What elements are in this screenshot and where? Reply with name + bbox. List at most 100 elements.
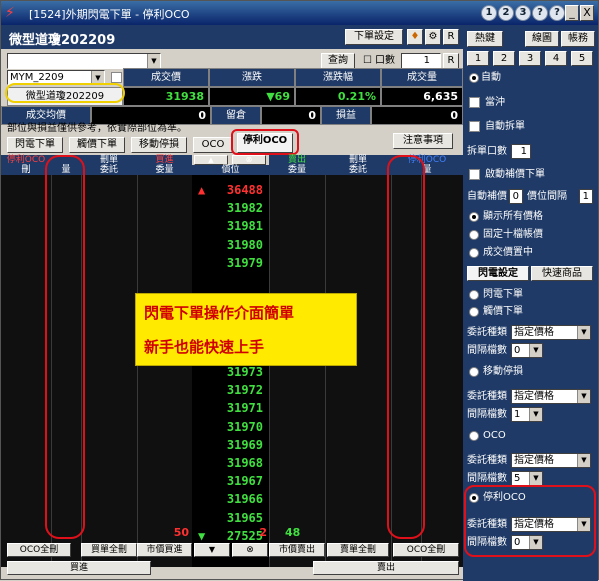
preset-5-button[interactable]: 5 [571,51,593,66]
opt-flash-label: 閃電下單 [483,289,523,300]
lock-icon[interactable]: ♦ [407,29,423,45]
help-button[interactable]: ? [532,5,548,21]
gap-select-1[interactable]: 0 ▼ [511,343,543,358]
price-level[interactable]: 31980 [192,236,269,254]
preset-4-button[interactable]: 4 [545,51,567,66]
price-level[interactable]: 31982 [192,199,269,217]
price-level[interactable]: 31970 [192,418,269,436]
info-button[interactable]: ? [549,5,565,21]
auto-fill-checkbox[interactable] [469,169,480,180]
price-level[interactable] [192,272,269,290]
close-button[interactable]: X [580,5,594,21]
auto-split-checkbox[interactable] [469,121,480,132]
opt-flash-radio[interactable] [469,290,479,300]
auto-fill-input[interactable]: 0 [509,189,523,204]
tab-flash-order[interactable]: 閃電下單 [7,137,63,153]
scroll-down-button[interactable]: ▼ [194,543,230,557]
price-level[interactable]: 31969 [192,436,269,454]
order-type-select-3[interactable]: 指定價格 ▼ [511,453,591,468]
order-type-select-1[interactable]: 指定價格 ▼ [511,325,591,340]
tab-fast-products[interactable]: 快速商品 [531,266,593,281]
clear-center-button[interactable]: ⊗ [232,155,266,165]
chevron-down-icon[interactable]: ▼ [529,472,542,485]
order-settings-button[interactable]: 下單設定 [345,29,403,45]
price-gap-input[interactable]: 1 [579,189,593,204]
chevron-down-icon[interactable]: ▼ [577,326,590,339]
gap-select-2[interactable]: 1 ▼ [511,407,543,422]
chevron-down-icon[interactable]: ▼ [529,408,542,421]
buy-total: 50 [173,526,189,539]
qty-label: 口數 [375,55,395,66]
hotkey-button[interactable]: 熱鍵 [467,31,503,47]
buy-footer-button[interactable]: 買進 [7,561,151,575]
market-sell-button[interactable]: 市價賣出 [269,543,325,557]
settings-gear-icon[interactable]: ⚙ [425,29,441,45]
price-level[interactable]: 31971 [192,399,269,417]
qty-input[interactable]: 1 [401,53,441,69]
sell-total: 48 [285,526,301,539]
chevron-down-icon[interactable]: ▼ [147,54,160,68]
order-type-select-2[interactable]: 指定價格 ▼ [511,389,591,404]
hedge-checkbox[interactable] [469,97,480,108]
fixed-ten-radio[interactable] [469,230,479,240]
price-level[interactable]: ▲ 36488 [192,181,269,199]
center-trade-radio[interactable] [469,248,479,258]
gap-label-1: 間隔檔數 [467,345,507,356]
price-level[interactable]: 31967 [192,472,269,490]
order-type-label-3: 委託種類 [467,455,507,466]
opt-oco-radio[interactable] [469,431,479,441]
tab-flash-settings[interactable]: 閃電設定 [467,266,529,281]
sell-footer-button[interactable]: 賣出 [313,561,459,575]
market-buy-button[interactable]: 市價買進 [137,543,192,557]
price-level[interactable]: 31979 [192,254,269,272]
minimize-button[interactable]: _ [565,5,579,21]
scroll-up-button[interactable]: ▲ [194,155,228,165]
oco-delete-all-right[interactable]: OCO全刪 [393,543,459,557]
opt-touch-radio[interactable] [469,307,479,317]
split-qty-input[interactable]: 1 [511,144,531,159]
price-level[interactable]: 31965 [192,509,269,527]
account-button[interactable]: 帳務 [561,31,595,47]
chart-button[interactable]: 線圖 [525,31,559,47]
tool-3-button[interactable]: 3 [515,5,531,21]
sell-delete-all[interactable]: 賣單全刪 [327,543,389,557]
contract-checkbox[interactable] [111,72,122,83]
price-level[interactable]: 31981 [192,217,269,235]
query-button[interactable]: 查詢 [321,53,355,69]
order-type-label-1: 委託種類 [467,327,507,338]
opt-trailing-radio[interactable] [469,367,479,377]
tab-highlight [231,129,299,155]
tool-1-button[interactable]: 1 [481,5,497,21]
preset-3-button[interactable]: 3 [519,51,541,66]
account-select[interactable]: ▼ [7,53,161,69]
gap-select-3[interactable]: 5 ▼ [511,471,543,486]
chevron-down-icon[interactable]: ▼ [577,454,590,467]
auto-fill-label: 啟動補價下單 [485,169,545,180]
pnl-label: 損益 [321,106,371,125]
tab-oco[interactable]: OCO [193,137,233,153]
show-all-prices-radio[interactable] [469,212,479,222]
settings-panel: 熱鍵 線圖 帳務 1 2 3 4 5 自動 當沖 自動拆單 拆單口數 1 啟動補… [463,25,598,581]
last-price-value: 31938 [123,87,209,106]
refresh-button[interactable]: R [443,29,459,45]
clear-bottom-button[interactable]: ⊗ [232,543,268,557]
chevron-down-icon[interactable]: ▼ [577,390,590,403]
chevron-down-icon[interactable]: ▼ [529,344,542,357]
tab-touch-order[interactable]: 觸價下單 [69,137,125,153]
preset-1-button[interactable]: 1 [467,51,489,66]
col-del-order-left: 刪單 委託 [81,155,137,175]
product-title: 微型道瓊202209 [9,33,116,48]
preset-2-button[interactable]: 2 [493,51,515,66]
caution-button[interactable]: 注意事項 [393,133,453,149]
order-panel: 微型道瓊202209 下單設定 ♦ ⚙ R ▼ 查詢 ☐ 口數 1 R MYM_… [1,25,463,581]
oco-delete-all-left[interactable]: OCO全刪 [7,543,71,557]
buy-delete-all[interactable]: 買單全刪 [81,543,137,557]
tab-trailing-stop[interactable]: 移動停損 [131,137,187,153]
price-level[interactable]: 31972 [192,381,269,399]
refresh-small-button[interactable]: R [443,53,459,69]
auto-radio[interactable] [469,73,479,83]
tool-2-button[interactable]: 2 [498,5,514,21]
opt-trailing-label: 移動停損 [483,366,523,377]
price-level[interactable]: 31966 [192,490,269,508]
price-level[interactable]: 31968 [192,454,269,472]
